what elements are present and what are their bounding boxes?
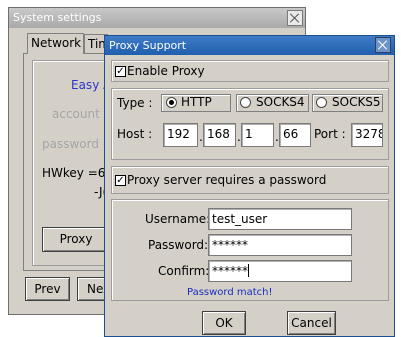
cancel-button[interactable]: Cancel [287,311,336,335]
username-field[interactable]: test_user [208,208,352,230]
socks5-radio[interactable] [316,97,327,108]
socks4-radio[interactable] [240,97,251,108]
socks5-label: SOCKS5 [332,95,381,109]
close-icon[interactable] [287,10,303,26]
type-label: Type : [117,96,153,110]
system-settings-titlebar[interactable]: System settings [9,8,305,28]
password-field[interactable]: ****** [208,234,352,256]
window-title: System settings [13,11,102,24]
confirm-field[interactable]: ****** [208,260,352,282]
host-octet-2[interactable]: 168 [203,123,236,147]
port-label: Port : [314,127,346,141]
account-label: account : [52,107,108,121]
confirm-value: ****** [212,264,248,278]
http-label: HTTP [181,95,212,109]
ok-button[interactable]: OK [202,311,246,335]
enable-proxy-checkbox[interactable]: ✓ [115,66,126,77]
password-label: password : [42,137,107,151]
socks4-label: SOCKS4 [256,95,305,109]
close-icon[interactable] [375,37,391,53]
requires-password-label: Proxy server requires a password [127,173,327,187]
host-octet-1[interactable]: 192 [163,123,198,147]
dialog-title: Proxy Support [109,39,187,52]
http-radio[interactable] [166,97,177,108]
enable-proxy-label: Enable Proxy [127,64,205,78]
hwkey-label: HWkey =60 [42,166,114,180]
text-cursor [248,264,249,277]
host-octet-3[interactable]: 1 [241,123,274,147]
password-label: Password: [148,238,209,252]
host-label: Host : [117,127,153,141]
password-match-status: Password match! [187,287,273,298]
host-octet-4[interactable]: 66 [279,123,311,147]
prev-button[interactable]: Prev [25,277,70,301]
proxy-support-dialog: Proxy Support ✓ Enable Proxy Type : HTTP… [104,35,395,337]
requires-password-checkbox[interactable]: ✓ [115,175,126,186]
username-label: Username: [145,212,211,226]
port-field[interactable]: 3278 [351,123,383,147]
proxy-support-titlebar[interactable]: Proxy Support [105,36,394,55]
tab-network[interactable]: Network [27,33,84,54]
confirm-label: Confirm: [158,264,210,278]
proxy-button[interactable]: Proxy [42,227,110,252]
